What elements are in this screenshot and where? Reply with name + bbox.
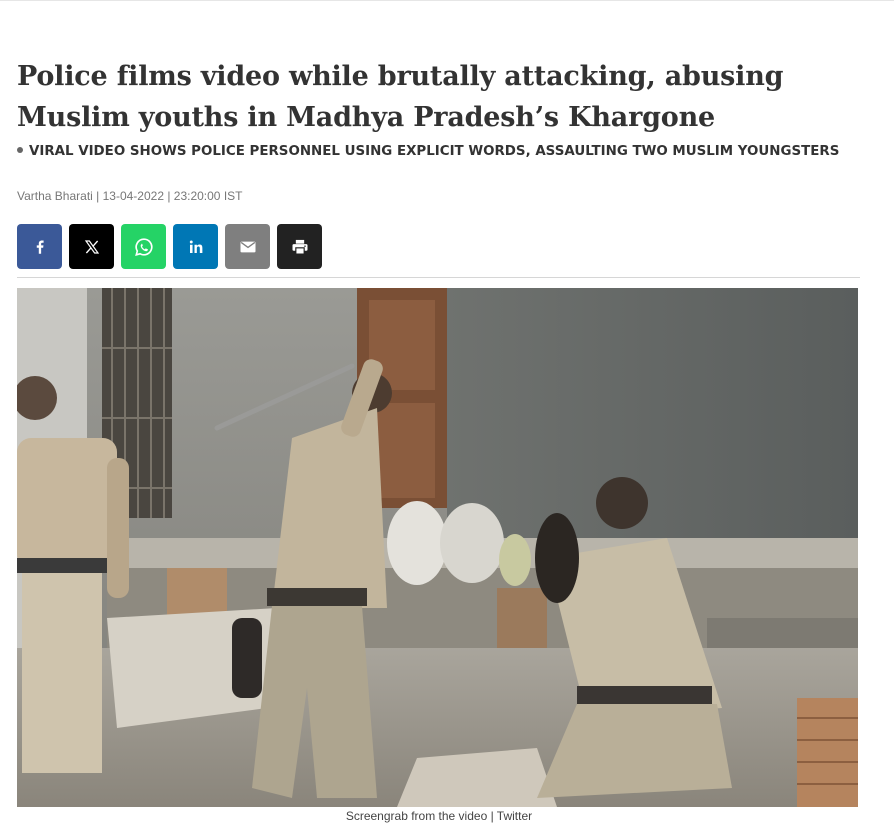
- facebook-share-button[interactable]: [17, 224, 62, 269]
- x-icon: [84, 239, 99, 254]
- photo-scene: [17, 288, 858, 807]
- article-subheadline-row: VIRAL VIDEO SHOWS POLICE PERSONNEL USING…: [17, 143, 877, 161]
- photo-caption: Screengrab from the video | Twitter: [345, 809, 533, 823]
- article-subheadline: VIRAL VIDEO SHOWS POLICE PERSONNEL USING…: [29, 144, 840, 159]
- print-icon: [292, 239, 307, 255]
- linkedin-icon: [189, 240, 202, 253]
- article-headline: Police films video while brutally attack…: [17, 61, 784, 133]
- x-share-button[interactable]: [69, 224, 114, 269]
- email-icon: [240, 241, 255, 252]
- article-page: Police films video while brutally attack…: [0, 0, 894, 827]
- top-divider: [0, 0, 894, 1]
- bullet-icon: [17, 147, 23, 153]
- whatsapp-icon: [134, 237, 153, 256]
- article-byline: Vartha Bharati | 13-04-2022 | 23:20:00 I…: [17, 189, 243, 203]
- article-photo[interactable]: [17, 288, 858, 807]
- facebook-icon: [36, 239, 44, 254]
- linkedin-share-button[interactable]: [173, 224, 218, 269]
- email-share-button[interactable]: [225, 224, 270, 269]
- share-bar: [17, 224, 322, 269]
- print-share-button[interactable]: [277, 224, 322, 269]
- content-divider: [17, 277, 860, 278]
- whatsapp-share-button[interactable]: [121, 224, 166, 269]
